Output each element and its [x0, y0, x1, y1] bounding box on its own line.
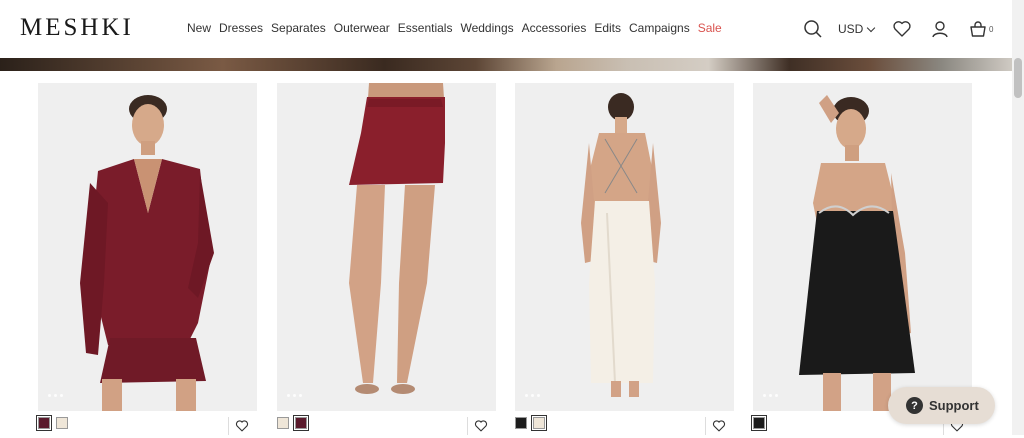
color-swatch-cream[interactable] — [56, 417, 68, 429]
scrollbar-thumb[interactable] — [1014, 58, 1022, 98]
image-carousel-dots[interactable] — [763, 394, 778, 397]
nav-item-outerwear[interactable]: Outerwear — [334, 21, 390, 35]
question-icon: ? — [906, 397, 923, 414]
divider — [705, 417, 706, 435]
nav-item-sale[interactable]: Sale — [698, 21, 722, 35]
product-image[interactable] — [277, 83, 496, 411]
color-swatch-ivory[interactable] — [531, 415, 547, 431]
cart-count: 0 — [989, 25, 994, 34]
color-swatch-burgundy[interactable] — [293, 415, 309, 431]
image-carousel-dots[interactable] — [525, 394, 540, 397]
color-swatches — [36, 415, 68, 431]
nav-item-separates[interactable]: Separates — [271, 21, 326, 35]
color-swatch-cream[interactable] — [277, 417, 289, 429]
product-image[interactable] — [753, 83, 972, 411]
image-carousel-dots[interactable] — [287, 394, 302, 397]
page-scrollbar[interactable] — [1012, 0, 1024, 435]
nav-item-campaigns[interactable]: Campaigns — [629, 21, 690, 35]
bag-icon[interactable] — [968, 19, 988, 39]
support-label: Support — [929, 398, 979, 413]
search-icon[interactable] — [803, 19, 823, 39]
image-carousel-dots[interactable] — [48, 394, 63, 397]
currency-selector[interactable]: USD — [838, 22, 876, 36]
color-swatches — [277, 415, 309, 431]
main-nav: New Dresses Separates Outerwear Essentia… — [187, 21, 722, 35]
heart-icon[interactable] — [892, 19, 912, 39]
product-card[interactable] — [515, 83, 734, 435]
nav-item-edits[interactable]: Edits — [594, 21, 621, 35]
color-swatches — [515, 415, 547, 431]
site-header: MESHKI New Dresses Separates Outerwear E… — [0, 0, 1012, 58]
wishlist-heart-icon[interactable] — [235, 419, 249, 433]
user-icon[interactable] — [930, 19, 950, 39]
color-swatch-burgundy[interactable] — [36, 415, 52, 431]
product-image[interactable] — [38, 83, 257, 411]
currency-label: USD — [838, 22, 864, 36]
color-swatch-black[interactable] — [751, 415, 767, 431]
nav-item-accessories[interactable]: Accessories — [522, 21, 587, 35]
divider — [467, 417, 468, 435]
wishlist-heart-icon[interactable] — [474, 419, 488, 433]
color-swatch-black[interactable] — [515, 417, 527, 429]
brand-logo[interactable]: MESHKI — [20, 14, 134, 42]
divider — [228, 417, 229, 435]
color-swatches — [751, 415, 767, 431]
chevron-down-icon — [867, 23, 876, 33]
product-card[interactable] — [277, 83, 496, 435]
nav-item-dresses[interactable]: Dresses — [219, 21, 263, 35]
nav-item-weddings[interactable]: Weddings — [460, 21, 513, 35]
product-card[interactable] — [36, 83, 257, 435]
support-button[interactable]: ? Support — [888, 387, 995, 424]
hero-banner-image — [0, 58, 1012, 71]
nav-item-essentials[interactable]: Essentials — [398, 21, 453, 35]
product-card[interactable] — [751, 83, 972, 435]
wishlist-heart-icon[interactable] — [712, 419, 726, 433]
nav-item-new[interactable]: New — [187, 21, 211, 35]
product-image[interactable] — [515, 83, 734, 411]
